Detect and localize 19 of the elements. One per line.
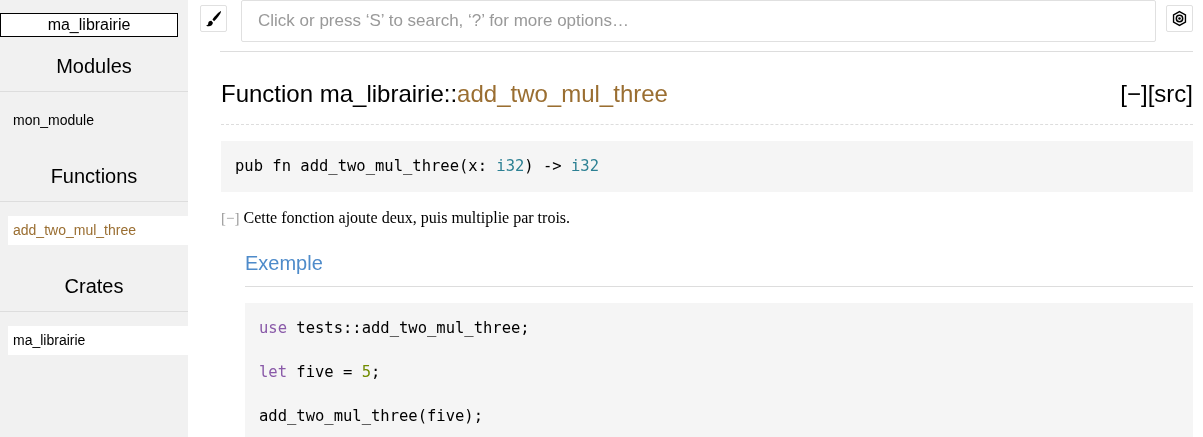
theme-button[interactable] (200, 5, 227, 32)
sidebar-heading: Crates (0, 257, 188, 312)
function-signature: pub fn add_two_mul_three(x: i32) -> i32 (221, 141, 1193, 193)
search-field[interactable]: Click or press ‘S’ to search, ‘?’ for more options… (241, 0, 1156, 42)
sidebar-item[interactable]: add_two_mul_three (8, 216, 188, 245)
page-controls[interactable]: [−][src] (1120, 76, 1193, 112)
section-heading: Exemple (245, 242, 1193, 288)
sidebar-item[interactable]: ma_librairie (8, 326, 188, 355)
sidebar-item[interactable]: mon_module (8, 106, 188, 135)
settings-button[interactable] (1166, 5, 1193, 32)
sidebar-heading: Modules (0, 37, 188, 92)
crate-name-link[interactable]: ma_librairie (0, 13, 178, 37)
settings-icon (1171, 10, 1188, 27)
doc-summary: Cette fonction ajoute deux, puis multiplie par trois. (243, 208, 571, 229)
function-name-link[interactable]: add_two_mul_three (457, 80, 668, 107)
brush-icon (205, 10, 222, 27)
sidebar-heading: Functions (0, 147, 188, 202)
code-example: use tests::add_two_mul_three; let five = 5; add_two_mul_three(five); (245, 303, 1193, 437)
page-title: Function ma_librairie::add_two_mul_three (221, 79, 668, 109)
